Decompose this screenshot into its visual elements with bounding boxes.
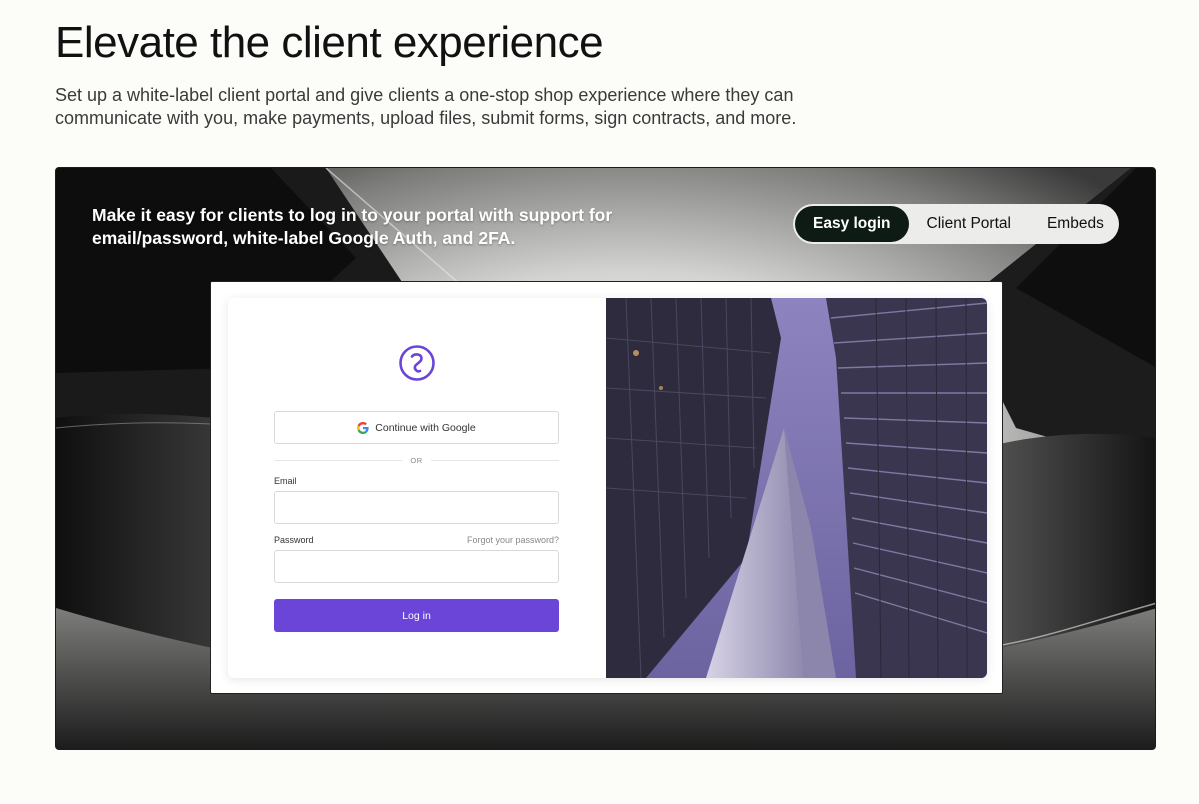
email-label: Email <box>274 476 297 486</box>
forgot-password-link[interactable]: Forgot your password? <box>467 535 559 545</box>
tab-client-portal[interactable]: Client Portal <box>909 206 1029 242</box>
or-text: OR <box>410 455 423 465</box>
portal-logo-icon <box>399 345 435 381</box>
log-in-button[interactable]: Log in <box>274 599 559 632</box>
feature-tabs: Easy login Client Portal Embeds <box>793 204 1119 244</box>
password-field[interactable] <box>274 550 559 583</box>
google-button-label: Continue with Google <box>375 421 476 434</box>
google-icon <box>357 421 369 434</box>
divider-line <box>430 459 559 461</box>
or-divider: OR <box>274 454 559 466</box>
page-subtitle: Set up a white-label client portal and g… <box>55 85 797 128</box>
tab-embeds[interactable]: Embeds <box>1029 206 1122 242</box>
email-field[interactable] <box>274 491 559 524</box>
login-preview-frame: Continue with Google OR Email Password F… <box>210 281 1003 694</box>
password-label: Password <box>274 535 314 545</box>
divider-line <box>274 459 403 461</box>
feature-showcase: Make it easy for clients to log in to yo… <box>55 167 1156 750</box>
login-card: Continue with Google OR Email Password F… <box>228 298 987 678</box>
login-form: Continue with Google OR Email Password F… <box>228 298 606 678</box>
feature-description: Make it easy for clients to log in to yo… <box>92 205 613 248</box>
tab-easy-login[interactable]: Easy login <box>795 206 909 242</box>
page-title: Elevate the client experience <box>55 18 604 67</box>
page: Elevate the client experience Set up a w… <box>0 0 1199 804</box>
continue-with-google-button[interactable]: Continue with Google <box>274 411 559 444</box>
buildings-photo <box>606 298 987 678</box>
